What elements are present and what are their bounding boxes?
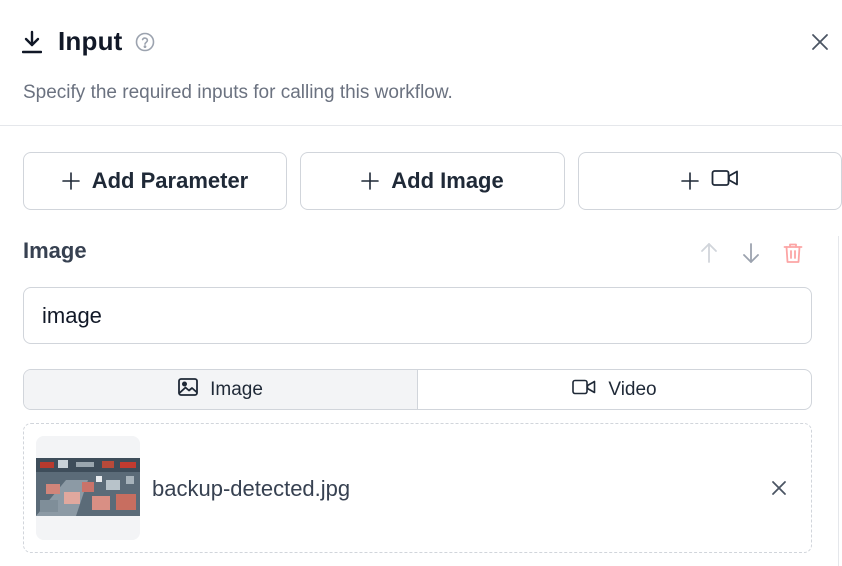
item-actions	[698, 241, 804, 265]
arrow-down-icon[interactable]	[740, 241, 762, 265]
help-circle-icon[interactable]	[135, 32, 155, 52]
add-parameter-label: Add Parameter	[91, 168, 249, 193]
add-input-buttons: Add Parameter Add Image	[23, 152, 842, 210]
page-title: Input	[58, 26, 123, 56]
add-image-button[interactable]: Add Image	[300, 152, 565, 210]
plus-icon	[361, 172, 380, 190]
page-subtitle: Specify the required inputs for calling …	[23, 82, 453, 103]
input-name-field[interactable]	[23, 287, 812, 344]
close-button[interactable]	[808, 30, 832, 54]
toggle-video[interactable]: Video	[418, 370, 811, 409]
video-camera-icon	[572, 378, 596, 402]
video-camera-icon	[711, 168, 739, 194]
input-section-title: Image	[23, 238, 87, 263]
toggle-video-label: Video	[608, 378, 657, 400]
input-panel: Input Specify the required inputs for ca…	[0, 0, 842, 566]
scroll-divider	[838, 236, 839, 566]
trash-icon[interactable]	[782, 241, 804, 265]
input-type-toggle: Image Video	[23, 369, 812, 410]
file-name: backup-detected.jpg	[152, 476, 351, 501]
uploaded-file: backup-detected.jpg	[23, 423, 812, 553]
add-parameter-button[interactable]: Add Parameter	[23, 152, 287, 210]
add-video-button[interactable]	[578, 152, 842, 210]
close-icon	[812, 34, 828, 50]
toggle-image[interactable]: Image	[24, 370, 418, 409]
image-icon	[178, 377, 198, 402]
close-icon	[772, 481, 786, 495]
file-thumbnail	[36, 436, 140, 540]
toggle-image-label: Image	[210, 378, 263, 400]
plus-icon	[61, 172, 80, 190]
title-row: Input	[22, 26, 155, 57]
panel-header: Input Specify the required inputs for ca…	[0, 0, 842, 126]
remove-file-button[interactable]	[767, 476, 791, 500]
plus-icon	[681, 172, 699, 190]
download-icon	[22, 29, 42, 55]
arrow-up-icon[interactable]	[698, 241, 720, 265]
add-image-label: Add Image	[391, 168, 504, 193]
